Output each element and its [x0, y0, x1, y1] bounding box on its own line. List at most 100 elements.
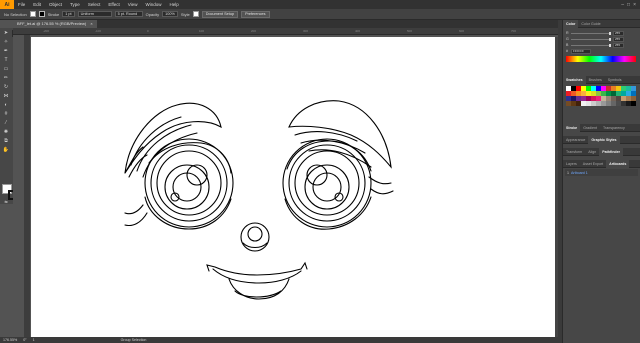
swatch-cell[interactable]: [606, 101, 611, 106]
swatch-cell[interactable]: [621, 86, 626, 91]
slider-track[interactable]: [571, 37, 611, 41]
rotation-value[interactable]: 0°: [23, 338, 26, 342]
swatch-cell[interactable]: [566, 101, 571, 106]
swatch-cell[interactable]: [586, 96, 591, 101]
tab-transparency[interactable]: Transparency: [600, 124, 628, 132]
swatch-cell[interactable]: [571, 101, 576, 106]
zoom-level[interactable]: 176.55%: [3, 338, 17, 342]
color-spectrum[interactable]: [566, 56, 636, 62]
menu-window[interactable]: Window: [141, 2, 165, 7]
rotate-tool-icon[interactable]: ↻: [2, 84, 10, 91]
hex-field[interactable]: FFFFFF: [571, 48, 591, 54]
swatch-cell[interactable]: [601, 96, 606, 101]
swatch-cell[interactable]: [626, 86, 631, 91]
swatch-cell[interactable]: [611, 96, 616, 101]
type-tool-icon[interactable]: T: [2, 57, 10, 64]
artboard[interactable]: [31, 37, 555, 337]
artboard-name[interactable]: Artboard 1: [571, 171, 588, 175]
swatch-cell[interactable]: [611, 91, 616, 96]
current-tool[interactable]: Group Selection: [121, 338, 147, 342]
tab-brushes[interactable]: Brushes: [586, 76, 605, 84]
swatch-cell[interactable]: [571, 91, 576, 96]
swatch-cell[interactable]: [626, 96, 631, 101]
tab-graphic-styles[interactable]: Graphic Styles: [588, 135, 620, 144]
list-item[interactable]: 1 Artboard 1: [565, 169, 638, 176]
right-eye[interactable]: [282, 100, 394, 230]
swap-fill-stroke-icon[interactable]: ⇆: [2, 198, 10, 205]
stroke-weight-field[interactable]: 1 pt: [62, 11, 75, 17]
swatch-cell[interactable]: [631, 101, 636, 106]
slider-value[interactable]: 255: [613, 30, 624, 36]
swatch-cell[interactable]: [576, 101, 581, 106]
style-swatch[interactable]: [192, 11, 199, 17]
swatch-cell[interactable]: [576, 96, 581, 101]
mouth[interactable]: [206, 261, 308, 300]
maximize-icon[interactable]: □: [627, 2, 630, 8]
swatch-cell[interactable]: [621, 91, 626, 96]
slider-track[interactable]: [571, 43, 611, 47]
slider-knob[interactable]: [609, 31, 611, 35]
selection-tool-icon[interactable]: ➤: [2, 30, 10, 37]
swatch-cell[interactable]: [586, 91, 591, 96]
width-tool-icon[interactable]: ⋈: [2, 93, 10, 100]
opacity-label[interactable]: Opacity: [146, 12, 160, 17]
tab-gradient[interactable]: Gradient: [580, 124, 600, 132]
swatch-cell[interactable]: [616, 91, 621, 96]
tab-pathfinder[interactable]: Pathfinder: [599, 147, 624, 156]
menu-select[interactable]: Select: [84, 2, 105, 7]
swatch-cell[interactable]: [611, 101, 616, 106]
swatch-cell[interactable]: [626, 91, 631, 96]
left-eye[interactable]: [124, 102, 234, 230]
swatch-cell[interactable]: [591, 91, 596, 96]
variable-width-profile[interactable]: Uniform: [77, 11, 112, 17]
menu-help[interactable]: Help: [165, 2, 182, 7]
swatch-cell[interactable]: [601, 101, 606, 106]
pencil-icon[interactable]: ✏: [2, 75, 10, 82]
tab-artboards[interactable]: Artboards: [606, 159, 630, 168]
swatch-cell[interactable]: [606, 91, 611, 96]
tab-stroke[interactable]: Stroke: [563, 123, 581, 132]
swatch-cell[interactable]: [591, 101, 596, 106]
swatch-cell[interactable]: [611, 86, 616, 91]
menu-view[interactable]: View: [124, 2, 142, 7]
preferences-button[interactable]: Preferences: [241, 10, 270, 18]
slider-value[interactable]: 255: [613, 42, 624, 48]
swatch-cell[interactable]: [596, 96, 601, 101]
nose[interactable]: [240, 222, 270, 252]
swatch-cell[interactable]: [631, 86, 636, 91]
artboard-tool-icon[interactable]: ⧉: [2, 138, 10, 145]
swatch-cell[interactable]: [586, 101, 591, 106]
swatch-cell[interactable]: [616, 96, 621, 101]
menu-type[interactable]: Type: [66, 2, 84, 7]
swatch-cell[interactable]: [631, 91, 636, 96]
tab-appearance[interactable]: Appearance: [563, 136, 588, 144]
swatch-cell[interactable]: [576, 91, 581, 96]
tab-align[interactable]: Align: [585, 148, 599, 156]
rectangle-tool-icon[interactable]: ▭: [2, 66, 10, 73]
opacity-field[interactable]: 100%: [162, 11, 178, 17]
slider-knob[interactable]: [609, 37, 611, 41]
swatch-cell[interactable]: [581, 96, 586, 101]
tab-color[interactable]: Color: [563, 19, 579, 28]
swatch-cell[interactable]: [616, 101, 621, 106]
swatch-cell[interactable]: [566, 91, 571, 96]
menu-file[interactable]: File: [14, 2, 29, 7]
magic-wand-icon[interactable]: ✧: [2, 39, 10, 46]
menu-edit[interactable]: Edit: [29, 2, 45, 7]
swatch-cell[interactable]: [571, 86, 576, 91]
slider-knob[interactable]: [609, 43, 611, 47]
swatch-cell[interactable]: [581, 101, 586, 106]
document-setup-button[interactable]: Document Setup: [201, 10, 239, 18]
swatch-cell[interactable]: [571, 96, 576, 101]
swatch-cell[interactable]: [616, 86, 621, 91]
symbol-sprayer-icon[interactable]: ✺: [2, 129, 10, 136]
swatch-cell[interactable]: [566, 86, 571, 91]
swatch-cell[interactable]: [621, 101, 626, 106]
swatch-cell[interactable]: [631, 96, 636, 101]
tab-asset-export[interactable]: Asset Export: [580, 160, 606, 168]
tab-transform[interactable]: Transform: [563, 148, 585, 156]
stroke-swatch[interactable]: [38, 11, 45, 17]
tab-swatches[interactable]: Swatches: [563, 75, 586, 84]
swatch-cell[interactable]: [596, 86, 601, 91]
tab-layers[interactable]: Layers: [563, 160, 580, 168]
